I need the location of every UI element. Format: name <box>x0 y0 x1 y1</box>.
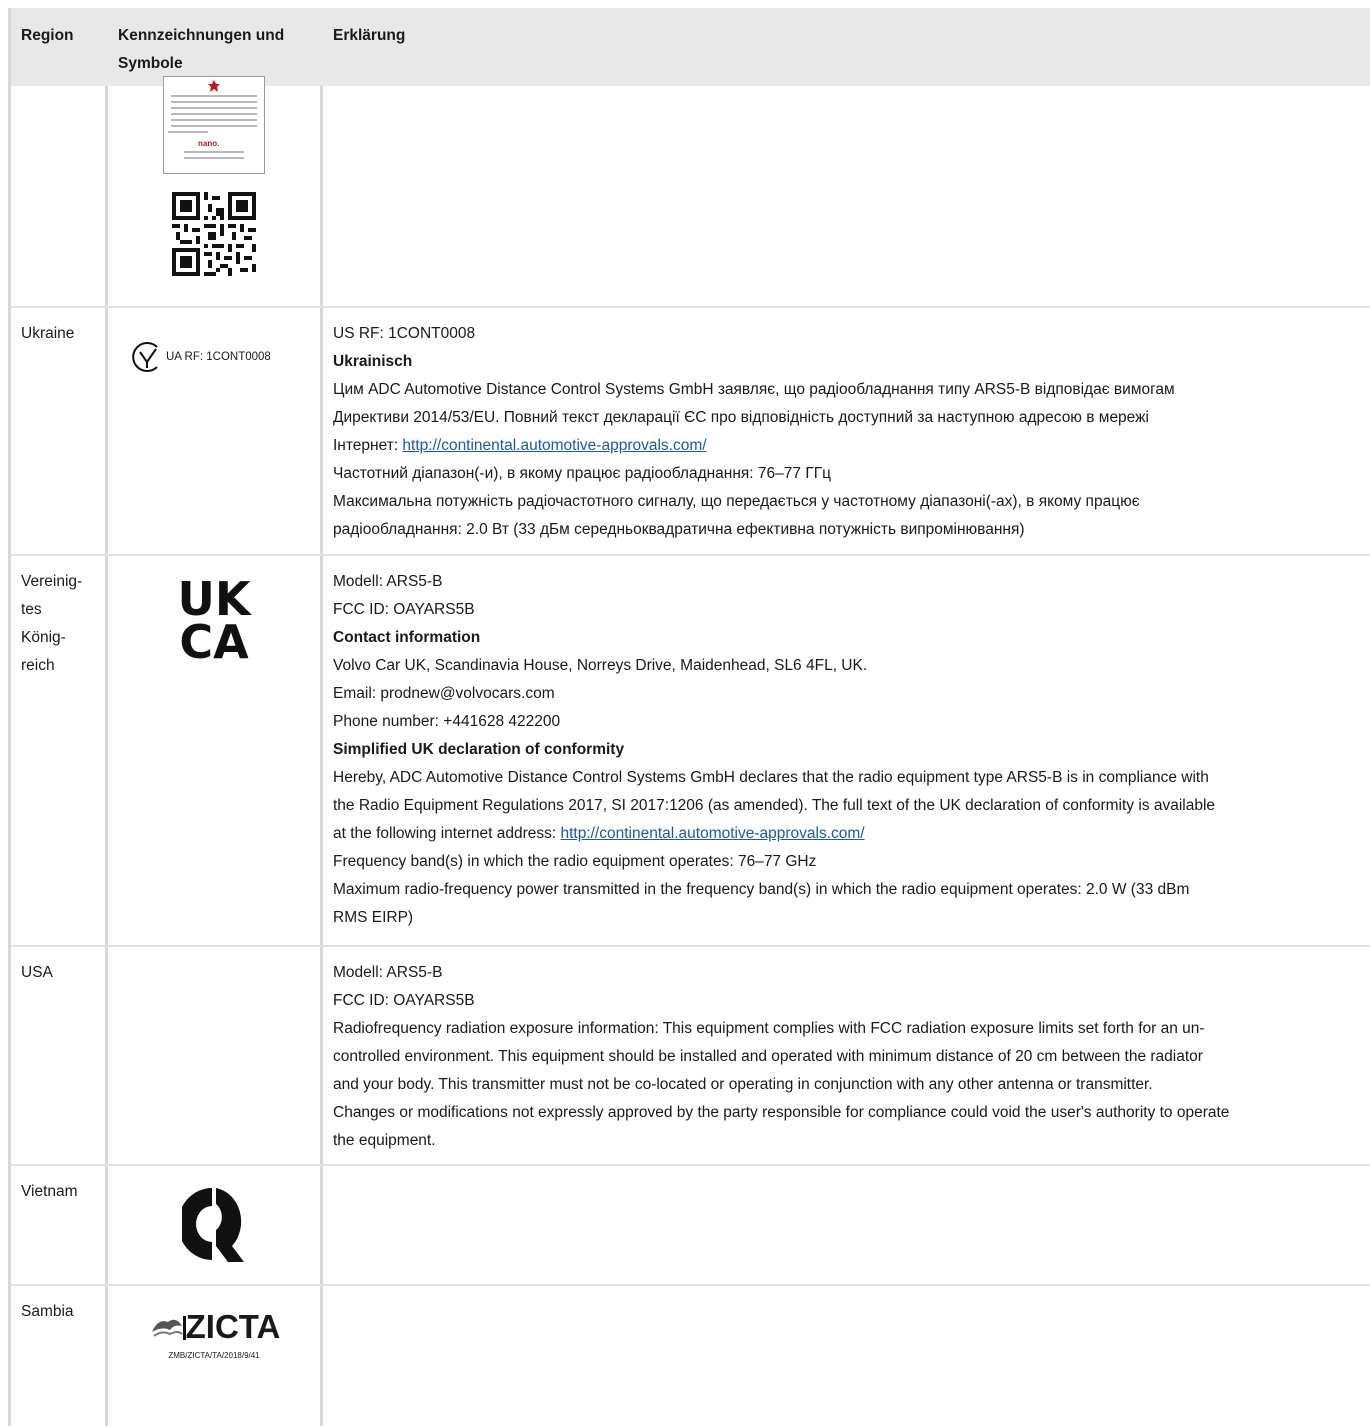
table-row-zambia: Sambia ZICTA ZMB/ZICTA/TA/2018/9/41 <box>11 1286 1370 1426</box>
zicta-emblem-icon <box>151 1316 186 1340</box>
explanation-cell: Modell: ARS5-B FCC ID: OAYARS5B Contact … <box>323 556 1370 945</box>
ua-approvals-link[interactable]: http://continental.automotive-approvals.… <box>402 437 706 454</box>
usa-fcc: FCC ID: OAYARS5B <box>333 992 475 1009</box>
uk-email: Email: prodnew@volvocars.com <box>333 685 555 702</box>
header-explanation: Erklärung <box>333 27 406 44</box>
usa-model: Modell: ARS5-B <box>333 964 443 981</box>
ukca-mark-icon: UK CA <box>178 574 253 664</box>
explanation-cell: Modell: ARS5-B FCC ID: OAYARS5B Radiofre… <box>323 947 1370 1164</box>
uk-decl-a: Hereby, ADC Automotive Distance Control … <box>333 769 1209 786</box>
regulatory-table: Region Kennzeichnungen und Symbole Erklä… <box>8 8 1370 1426</box>
region-ukraine: Ukraine <box>11 308 108 554</box>
uk-phone: Phone number: +441628 422200 <box>333 713 561 730</box>
ua-rf-line: US RF: 1CONT0008 <box>333 325 476 342</box>
uk-fcc: FCC ID: OAYARS5B <box>333 601 475 618</box>
uk-freq: Frequency band(s) in which the radio equ… <box>333 853 817 870</box>
ua-mark-text: UA RF: 1CONT0008 <box>166 351 271 363</box>
usa-rf-a: Radiofrequency radiation exposure inform… <box>333 1020 1205 1037</box>
vietnam-cr-mark-icon <box>182 1188 244 1262</box>
region-uk-1: Vereinig- <box>21 573 83 590</box>
symbols-cell: UA RF: 1CONT0008 <box>108 308 323 554</box>
region-usa: USA <box>11 947 108 1164</box>
uk-address: Volvo Car UK, Scandinavia House, Norreys… <box>333 657 868 674</box>
symbols-cell <box>108 1166 323 1284</box>
ua-power-a: Максимальна потужність радіочастотного с… <box>333 493 1140 510</box>
uk-decl-c: at the following internet address: <box>333 825 561 842</box>
uk-decl-b: the Radio Equipment Regulations 2017, SI… <box>333 797 1216 814</box>
table-header: Region Kennzeichnungen und Symbole Erklä… <box>11 8 1370 86</box>
thai-emblem-icon <box>208 80 220 92</box>
ukraine-conformity-icon <box>132 342 158 372</box>
ua-heading: Ukrainisch <box>333 353 413 370</box>
explanation-cell: US RF: 1CONT0008 Ukrainisch Цим ADC Auto… <box>323 308 1370 554</box>
uk-decl-heading: Simplified UK declaration of conformity <box>333 741 625 758</box>
region-uk-2: tes <box>21 601 42 618</box>
uk-power-a: Maximum radio-frequency power transmitte… <box>333 881 1190 898</box>
region-cell <box>11 86 108 306</box>
symbols-cell: nano. <box>108 76 323 306</box>
usa-rf-c: and your body. This transmitter must not… <box>333 1076 1153 1093</box>
usa-rf-b: controlled environment. This equipment s… <box>333 1048 1203 1065</box>
region-uk: Vereinig- tes König- reich <box>11 556 108 945</box>
symbols-cell <box>108 947 323 1164</box>
uk-contact-heading: Contact information <box>333 629 481 646</box>
explanation-cell <box>323 1166 1370 1284</box>
explanation-cell <box>323 86 1370 306</box>
table-row-ukraine: Ukraine UA RF: 1CONT0008 US RF: 1CONT000… <box>11 308 1370 556</box>
ua-decl-a: Цим ADC Automotive Distance Control Syst… <box>333 381 1175 398</box>
usa-rf-e: the equipment. <box>333 1132 436 1149</box>
region-uk-3: König- <box>21 629 66 646</box>
zicta-logo-text: ZICTA <box>185 1308 281 1345</box>
table-row-uk: Vereinig- tes König- reich UK CA Modell:… <box>11 556 1370 947</box>
header-symbols: Kennzeichnungen und Symbole <box>118 27 285 72</box>
nano-text: nano. <box>198 139 220 148</box>
region-zambia: Sambia <box>11 1286 108 1426</box>
explanation-cell <box>323 1286 1370 1426</box>
table-row-thailand: nano. <box>11 76 1370 308</box>
ua-decl-c: Інтернет: <box>333 437 403 454</box>
zicta-code: ZMB/ZICTA/TA/2018/9/41 <box>168 1351 260 1360</box>
uk-model: Modell: ARS5-B <box>333 573 443 590</box>
symbols-cell: ZICTA ZMB/ZICTA/TA/2018/9/41 <box>108 1286 323 1426</box>
ua-freq: Частотний діапазон(-и), в якому працює р… <box>333 465 831 482</box>
uk-power-b: RMS EIRP) <box>333 909 414 926</box>
ua-decl-b: Директиви 2014/53/EU. Повний текст декла… <box>333 409 1149 426</box>
ua-conformity-mark: UA RF: 1CONT0008 <box>130 340 310 374</box>
ukca-bottom: CA <box>179 615 249 664</box>
symbols-cell: UK CA <box>108 556 323 945</box>
header-region: Region <box>21 27 74 44</box>
usa-rf-d: Changes or modifications not expressly a… <box>333 1104 1230 1121</box>
region-uk-4: reich <box>21 657 55 674</box>
table-row-vietnam: Vietnam <box>11 1166 1370 1286</box>
thai-ntc-label-icon: nano. <box>163 76 265 174</box>
region-vietnam: Vietnam <box>11 1166 108 1284</box>
ua-power-b: радіообладнання: 2.0 Вт (33 дБм середньо… <box>333 521 1025 538</box>
table-row-usa: USA Modell: ARS5-B FCC ID: OAYARS5B Radi… <box>11 947 1370 1166</box>
uk-approvals-link[interactable]: http://continental.automotive-approvals.… <box>560 825 864 842</box>
qr-code-icon <box>172 192 256 276</box>
